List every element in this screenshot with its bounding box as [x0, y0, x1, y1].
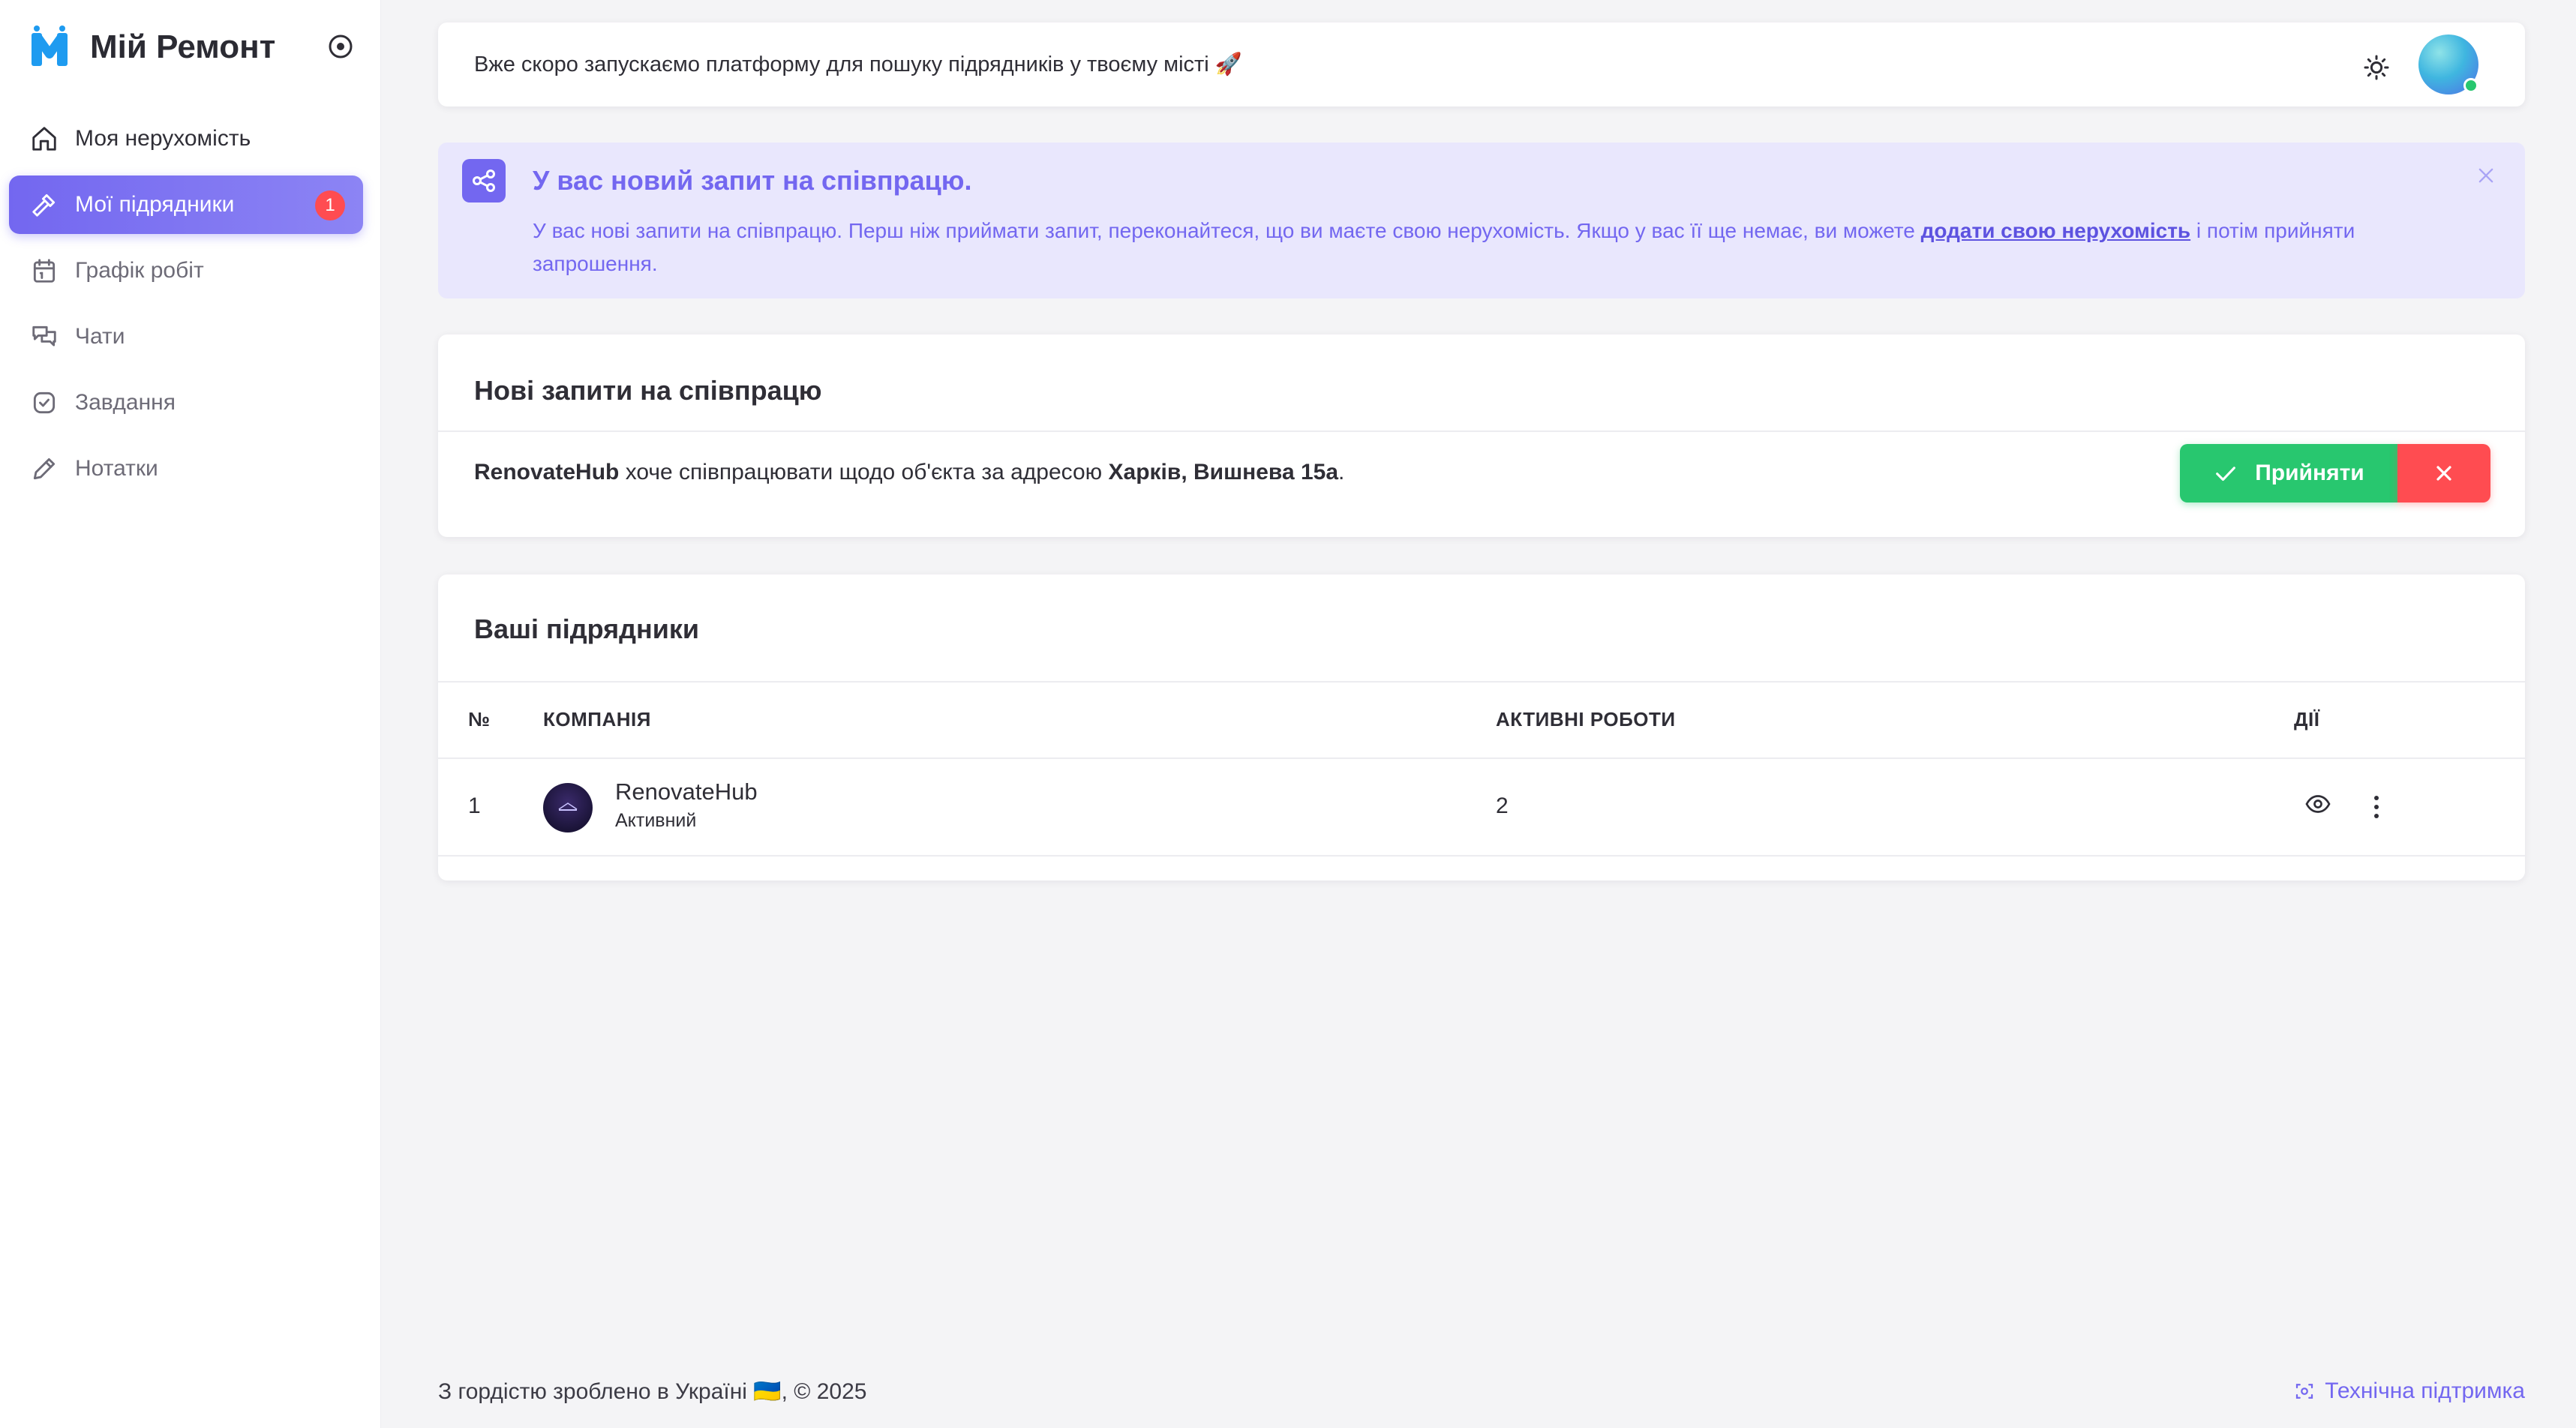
- request-company: RenovateHub: [474, 460, 620, 484]
- accept-label: Прийняти: [2255, 460, 2364, 485]
- announcement-text: Вже скоро запускаємо платформу для пошук…: [474, 52, 1242, 76]
- dots-vertical-icon: [2374, 796, 2379, 818]
- company-logo: [543, 783, 593, 832]
- hammer-icon: [29, 189, 60, 220]
- column-header-company: КОМПАНІЯ: [543, 708, 651, 730]
- alert-text-before: У вас нові запити на співпрацю. Перш ніж…: [533, 219, 1921, 242]
- requests-title: Нові запити на співпрацю: [474, 375, 822, 406]
- sun-icon: [2364, 55, 2389, 80]
- alert-close-button[interactable]: [2472, 162, 2499, 189]
- close-icon: [2436, 466, 2451, 481]
- sidebar-nav: Моя нерухомість Мої підрядники 1 Графік …: [9, 110, 363, 506]
- request-text: хоче співпрацювати щодо об'єкта за адрес…: [619, 460, 1109, 484]
- requests-card: Нові запити на співпрацю RenovateHub хоч…: [438, 334, 2525, 537]
- sidebar-item-label: Нотатки: [75, 456, 158, 481]
- company-name[interactable]: RenovateHub: [615, 778, 758, 806]
- sidebar-item-label: Завдання: [75, 390, 176, 415]
- column-header-actions: ДІЇ: [2294, 708, 2320, 730]
- divider: [438, 681, 2525, 682]
- share-icon: [462, 159, 506, 202]
- sidebar-item-notes[interactable]: Нотатки: [9, 440, 363, 498]
- sidebar-collapse-button[interactable]: [326, 32, 356, 62]
- user-avatar[interactable]: [2418, 34, 2478, 94]
- chat-icon: [29, 321, 60, 352]
- top-bar: Вже скоро запускаємо платформу для пошук…: [438, 22, 2525, 106]
- footer-copyright: З гордістю зроблено в Україні 🇺🇦, © 2025: [438, 1379, 867, 1404]
- brand[interactable]: Мій Ремонт: [30, 22, 275, 72]
- sidebar: Мій Ремонт Моя нерухомість Мої підрядник…: [0, 0, 381, 1428]
- column-header-number: №: [468, 708, 491, 730]
- view-button[interactable]: [2303, 789, 2333, 819]
- row-number: 1: [468, 794, 481, 818]
- check-icon: [2216, 466, 2236, 482]
- pencil-icon: [29, 453, 60, 484]
- brand-name: Мій Ремонт: [90, 28, 276, 65]
- theme-toggle-button[interactable]: [2360, 51, 2393, 84]
- eye-icon: [2305, 795, 2331, 813]
- add-property-link[interactable]: додати свою нерухомість: [1921, 219, 2191, 242]
- task-check-icon: [29, 387, 60, 418]
- column-header-active-jobs: АКТИВНІ РОБОТИ: [1496, 708, 1676, 730]
- sidebar-item-label: Моя нерухомість: [75, 126, 251, 151]
- sidebar-item-label: Графік робіт: [75, 258, 204, 283]
- divider: [438, 758, 2525, 759]
- sidebar-item-contractors[interactable]: Мої підрядники 1: [9, 176, 363, 234]
- calendar-icon: [29, 255, 60, 286]
- sidebar-item-label: Мої підрядники: [75, 192, 235, 217]
- request-text-end: .: [1338, 460, 1345, 484]
- request-address: Харків, Вишнева 15а: [1108, 460, 1339, 484]
- contractors-title: Ваші підрядники: [474, 614, 700, 644]
- alert-title: У вас новий запит на співпрацю.: [533, 165, 972, 196]
- contractors-card: Ваші підрядники № КОМПАНІЯ АКТИВНІ РОБОТ…: [438, 574, 2525, 880]
- active-jobs-count: 2: [1496, 794, 1509, 818]
- support-label: Технічна підтримка: [2325, 1378, 2525, 1403]
- circle-dot-icon: [329, 34, 353, 58]
- more-actions-button[interactable]: [2361, 792, 2391, 822]
- support-icon: [2296, 1384, 2313, 1399]
- notification-badge: 1: [315, 190, 345, 220]
- divider: [438, 855, 2525, 856]
- online-status-dot: [2463, 78, 2478, 93]
- accept-button[interactable]: Прийняти: [2180, 444, 2397, 502]
- request-message: RenovateHub хоче співпрацювати щодо об'є…: [474, 458, 1344, 488]
- collaboration-alert: У вас новий запит на співпрацю. У вас но…: [438, 142, 2525, 298]
- logo-icon: [32, 26, 68, 66]
- alert-message: У вас нові запити на співпрацю. Перш ніж…: [533, 214, 2453, 280]
- company-status: Активний: [615, 810, 697, 831]
- sidebar-item-schedule[interactable]: Графік робіт: [9, 242, 363, 300]
- divider: [438, 430, 2525, 432]
- sidebar-item-property[interactable]: Моя нерухомість: [9, 110, 363, 168]
- support-link[interactable]: Технічна підтримка: [2293, 1378, 2525, 1404]
- sidebar-item-chats[interactable]: Чати: [9, 308, 363, 366]
- sidebar-item-label: Чати: [75, 324, 125, 349]
- close-icon: [2478, 168, 2493, 183]
- home-icon: [29, 123, 60, 154]
- sidebar-item-tasks[interactable]: Завдання: [9, 374, 363, 432]
- reject-button[interactable]: [2397, 444, 2490, 502]
